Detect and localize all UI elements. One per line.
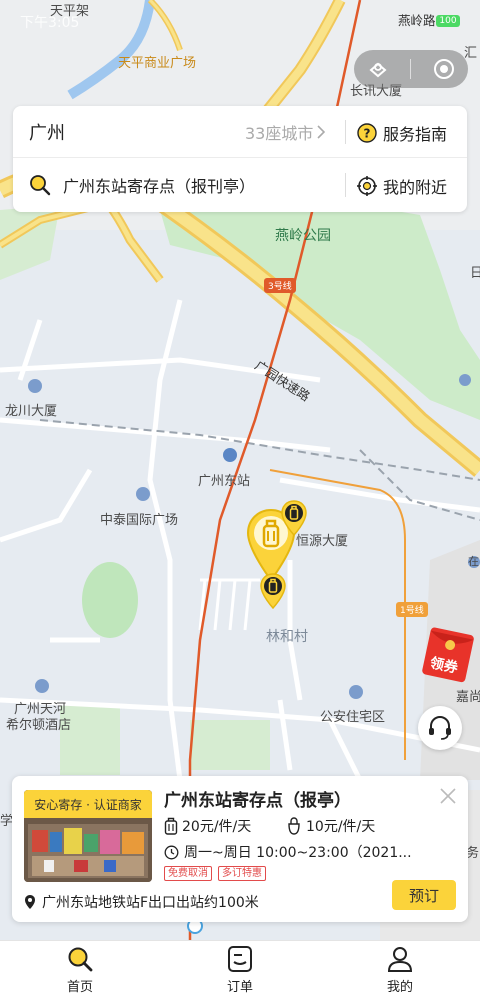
clock-icon (164, 845, 179, 859)
price-large-text: 20元/件/天 (182, 819, 252, 835)
search-icon (29, 174, 51, 200)
address-text: 广州东站地铁站F出口出站约100米 (42, 895, 259, 911)
map-label: 天平商业广场 (118, 56, 197, 71)
locate-button[interactable] (429, 54, 459, 84)
nav-item-orders[interactable]: 订单 (160, 941, 320, 999)
customer-service-button[interactable] (418, 706, 462, 750)
price-small-text: 10元/件/天 (306, 819, 376, 835)
order-icon (228, 946, 252, 972)
price-large-luggage: 20元/件/天 (164, 816, 251, 836)
bag-icon (288, 817, 300, 835)
nav-label: 我的 (386, 980, 413, 995)
svg-text:?: ? (364, 127, 371, 141)
map-label: 广州东站 (198, 474, 251, 489)
map-label: 在 (468, 555, 479, 568)
hours-text: 周一~周日 10:00~23:00（2021... (184, 845, 412, 861)
suitcase-icon (164, 817, 178, 835)
storage-pin[interactable] (281, 500, 307, 537)
store-card[interactable]: 安心寄存 · 认证商家 广州东站寄存点（报亭） 20元/件/天 10元/件/天 … (12, 776, 468, 922)
map-label: 汇 (464, 46, 478, 61)
luggage-pin-icon (260, 573, 286, 610)
status-time: 下午3:05 (20, 15, 80, 31)
divider (345, 173, 346, 197)
bottom-nav: 首页 订单 我的 (0, 940, 480, 999)
close-button[interactable] (436, 784, 460, 808)
metro-line-tag: 1号线 (396, 602, 428, 617)
nav-item-home[interactable]: 首页 (0, 941, 160, 999)
city-selector[interactable]: 33座城市 (245, 120, 326, 144)
tag-multi-discount: 多订特惠 (218, 866, 266, 881)
map-label: 嘉尚 (456, 690, 480, 705)
price-small-luggage: 10元/件/天 (286, 816, 375, 836)
tag-free-cancel: 免费取消 (164, 866, 212, 881)
book-button[interactable]: 预订 (392, 880, 456, 910)
service-guide-button[interactable]: ? 服务指南 (357, 121, 447, 145)
search-icon (68, 947, 93, 972)
battery-indicator: 100 (436, 15, 460, 27)
nav-label: 订单 (226, 980, 253, 995)
storage-pin[interactable] (260, 573, 286, 610)
map-controls (354, 50, 468, 88)
luggage-pin-icon (281, 500, 307, 537)
city-count-label: 33座城市 (245, 123, 314, 143)
chevron-right-icon (317, 124, 326, 139)
map-label: 公安住宅区 (320, 710, 386, 725)
target-icon (434, 59, 455, 79)
store-badge: 安心寄存 · 认证商家 (24, 790, 152, 818)
help-icon: ? (357, 123, 377, 143)
map-layer-button[interactable] (363, 54, 393, 84)
nearby-button[interactable]: 我的附近 (357, 174, 447, 198)
store-address: 广州东站地铁站F出口出站约100米 (24, 892, 259, 912)
service-guide-label: 服务指南 (383, 125, 448, 144)
map-label: 日 (470, 266, 480, 281)
map-label: 希尔顿酒店 (6, 718, 72, 733)
user-icon (387, 947, 413, 972)
city-name[interactable]: 广州 (29, 119, 65, 145)
location-pin-icon (25, 895, 35, 909)
coupon-red-packet-button[interactable]: 领券 (418, 625, 480, 685)
search-input[interactable]: 广州东站寄存点（报刊亭） (63, 173, 255, 197)
map-label: 中泰国际广场 (100, 513, 179, 528)
city-row: 广州 33座城市 ? 服务指南 (13, 106, 467, 158)
map-layer-icon (369, 62, 387, 78)
nav-item-mine[interactable]: 我的 (320, 941, 480, 999)
nearby-label: 我的附近 (383, 178, 448, 197)
map-label: 龙川大厦 (5, 404, 58, 419)
business-hours: 周一~周日 10:00~23:00（2021... (164, 842, 412, 862)
divider (410, 59, 412, 79)
map-label: 燕岭路 (398, 13, 436, 28)
map-label: 林和村 (266, 629, 308, 645)
search-card: 广州 33座城市 ? 服务指南 广州东站寄存点（报刊亭） 我的附近 (13, 106, 467, 212)
metro-line-tag: 3号线 (264, 278, 296, 293)
locate-nearby-icon (357, 176, 377, 196)
divider (345, 120, 346, 144)
store-name: 广州东站寄存点（报亭） (164, 791, 351, 811)
headset-icon (429, 716, 451, 740)
search-row[interactable]: 广州东站寄存点（报刊亭） 我的附近 (13, 159, 467, 211)
nav-label: 首页 (66, 980, 93, 995)
close-icon (440, 788, 456, 804)
map-label: 燕岭公园 (275, 228, 331, 244)
